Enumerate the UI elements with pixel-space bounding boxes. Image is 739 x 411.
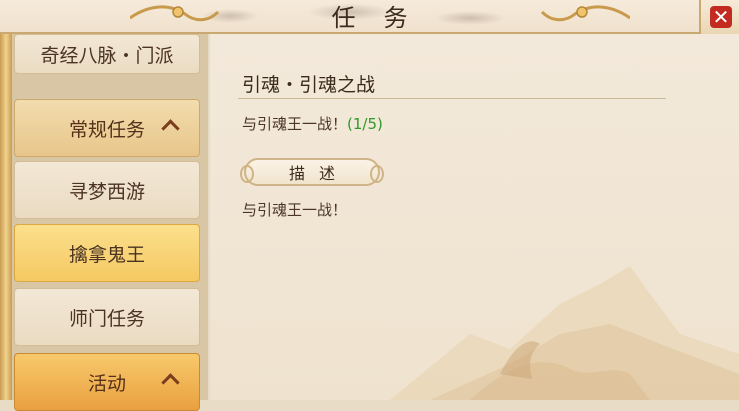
sidebar-item-label: 师门任务 xyxy=(68,307,145,330)
close-icon: ✕ xyxy=(710,6,732,28)
sidebar-item-meridian-sect[interactable]: 奇经八脉・门派 xyxy=(14,34,200,74)
window-header: 任务 xyxy=(0,0,739,34)
sidebar-item-label: 擒拿鬼王 xyxy=(68,243,145,266)
quest-title: 引魂・引魂之战 xyxy=(242,74,376,96)
quest-objective: 与引魂王一战！(1/5) xyxy=(242,113,383,134)
quest-description: 与引魂王一战！ xyxy=(242,201,348,219)
sidebar-item-label: 寻梦西游 xyxy=(68,180,145,203)
quest-detail-panel: 引魂・引魂之战 与引魂王一战！(1/5) 描述 与引魂王一战！ xyxy=(210,34,739,400)
sidebar-category-regular-quests[interactable]: 常规任务 xyxy=(14,99,200,157)
description-tab[interactable]: 描述 xyxy=(240,158,384,186)
sidebar-item-label: 活动 xyxy=(87,372,126,395)
window-title: 任务 xyxy=(331,4,436,32)
sidebar-item-label: 常规任务 xyxy=(68,118,145,141)
chevron-up-icon xyxy=(161,119,180,138)
sidebar-category-activities[interactable]: 活动 xyxy=(14,353,200,411)
quest-category-sidebar: 奇经八脉・门派 常规任务 寻梦西游 擒拿鬼王 师门任务 活动 xyxy=(0,34,208,411)
sidebar-item-dream-journey[interactable]: 寻梦西游 xyxy=(14,161,200,219)
sidebar-item-capture-ghost-king[interactable]: 擒拿鬼王 xyxy=(14,224,200,282)
title-divider xyxy=(238,98,666,99)
chevron-up-icon xyxy=(161,373,180,392)
sidebar-rail xyxy=(0,34,12,400)
description-tab-label: 描述 xyxy=(288,164,349,183)
objective-text: 与引魂王一战！ xyxy=(242,115,348,133)
objective-progress: (1/5) xyxy=(347,115,383,133)
sidebar-item-sect-quests[interactable]: 师门任务 xyxy=(14,288,200,346)
sidebar-item-label: 奇经八脉・门派 xyxy=(40,44,174,67)
